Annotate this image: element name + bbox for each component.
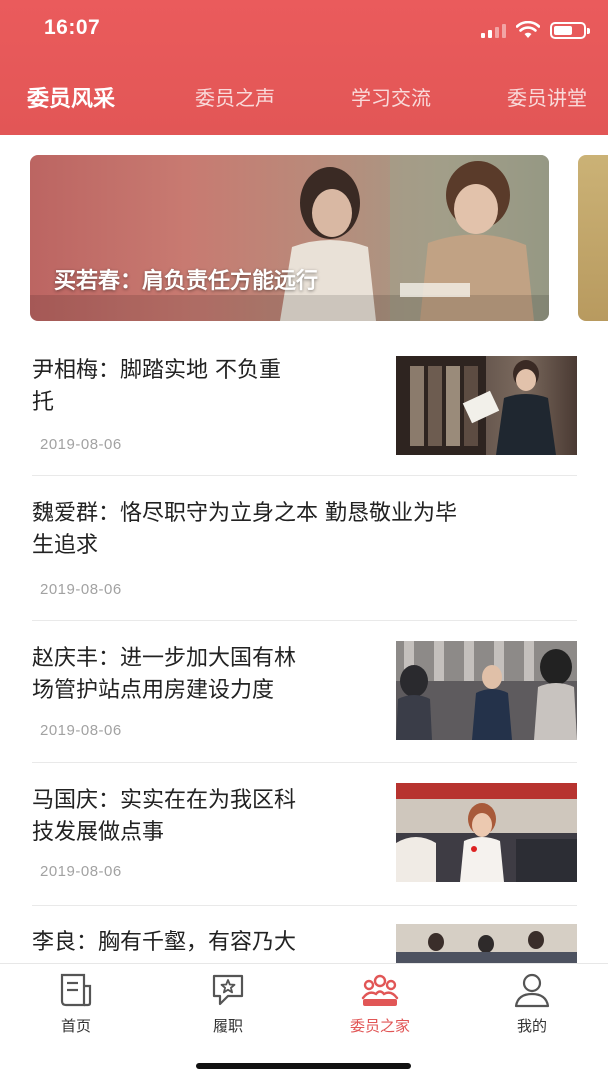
app-screen: 16:07 委员风采 委员之声 学习交流 委员讲堂 买若春：肩负责任方能远行 尹…: [0, 0, 608, 1080]
news-title-line: 赵庆丰：进一步加大国有林: [32, 646, 297, 671]
tab-members-home[interactable]: 委员之家: [304, 964, 456, 1044]
divider: [32, 475, 577, 476]
news-title-line: 魏爱群：恪尽职守为立身之本 勤恳敬业为毕: [32, 501, 457, 526]
news-thumbnail: [396, 356, 577, 455]
cellular-signal-icon: [481, 22, 506, 38]
tab-label: 履职: [212, 1017, 243, 1035]
news-date: 2019-08-06: [40, 863, 122, 880]
news-title-line: 尹相梅：脚踏实地 不负重: [32, 358, 281, 383]
status-icons: [481, 20, 590, 40]
news-thumbnail: [396, 641, 577, 740]
battery-icon: [550, 21, 590, 39]
home-document-icon: [60, 973, 92, 1007]
tab-home[interactable]: 首页: [0, 964, 152, 1044]
news-title: 尹相梅：脚踏实地 不负重 托: [32, 355, 372, 419]
news-title: 马国庆：实实在在为我区科 技发展做点事: [32, 785, 377, 849]
news-thumbnail: [396, 783, 577, 882]
news-item[interactable]: 魏爱群：恪尽职守为立身之本 勤恳敬业为毕 生追求 2019-08-06: [32, 498, 577, 608]
news-title-line: 生追求: [32, 533, 99, 558]
divider: [32, 762, 577, 763]
news-title: 赵庆丰：进一步加大国有林 场管护站点用房建设力度: [32, 643, 377, 707]
news-title: 魏爱群：恪尽职守为立身之本 勤恳敬业为毕 生追求: [32, 498, 577, 562]
news-item[interactable]: 李良：胸有千壑，有容乃大: [32, 924, 577, 967]
tab-label: 委员之家: [349, 1017, 410, 1035]
news-title-line: 托: [32, 390, 55, 415]
news-title-line: 场管护站点用房建设力度: [32, 678, 275, 703]
tab-committee-lecture[interactable]: 委员讲堂: [507, 82, 587, 111]
duty-flag-icon: [212, 974, 244, 1006]
news-date: 2019-08-06: [40, 722, 122, 739]
news-item[interactable]: 尹相梅：脚踏实地 不负重 托 2019-08-06: [32, 355, 577, 465]
tab-committee-style[interactable]: 委员风采: [27, 81, 115, 113]
tab-duty[interactable]: 履职: [152, 964, 304, 1044]
banner-photo: [30, 155, 549, 321]
news-title-line: 李良：胸有千壑，有容乃大: [32, 930, 297, 955]
news-date: 2019-08-06: [40, 581, 122, 598]
profile-user-icon: [514, 973, 550, 1008]
news-item[interactable]: 赵庆丰：进一步加大国有林 场管护站点用房建设力度 2019-08-06: [32, 641, 577, 753]
news-date: 2019-08-06: [40, 436, 122, 453]
wifi-icon: [516, 21, 540, 38]
tab-label: 首页: [60, 1017, 91, 1035]
divider: [32, 905, 577, 906]
news-title-line: 技发展做点事: [32, 820, 165, 845]
tab-label: 我的: [516, 1017, 547, 1035]
tab-committee-voice[interactable]: 委员之声: [195, 82, 275, 111]
tab-study-exchange[interactable]: 学习交流: [351, 82, 431, 111]
divider: [32, 620, 577, 621]
news-title-line: 马国庆：实实在在为我区科: [32, 788, 297, 813]
banner-caption: 买若春：肩负责任方能远行: [54, 268, 319, 294]
top-tab-bar: 委员风采 委员之声 学习交流 委员讲堂: [0, 70, 608, 122]
news-title: 李良：胸有千壑，有容乃大: [32, 927, 377, 959]
header: 16:07 委员风采 委员之声 学习交流 委员讲堂: [0, 0, 608, 135]
news-item[interactable]: 马国庆：实实在在为我区科 技发展做点事 2019-08-06: [32, 783, 577, 895]
status-time: 16:07: [44, 16, 101, 39]
banner-next-slide-peek[interactable]: [578, 155, 608, 321]
home-indicator[interactable]: [196, 1063, 411, 1069]
status-bar: 16:07: [0, 0, 608, 62]
news-thumbnail: [396, 924, 577, 964]
members-group-icon: [361, 974, 399, 1006]
banner-slide[interactable]: 买若春：肩负责任方能远行: [30, 155, 549, 321]
tab-profile[interactable]: 我的: [456, 964, 608, 1044]
